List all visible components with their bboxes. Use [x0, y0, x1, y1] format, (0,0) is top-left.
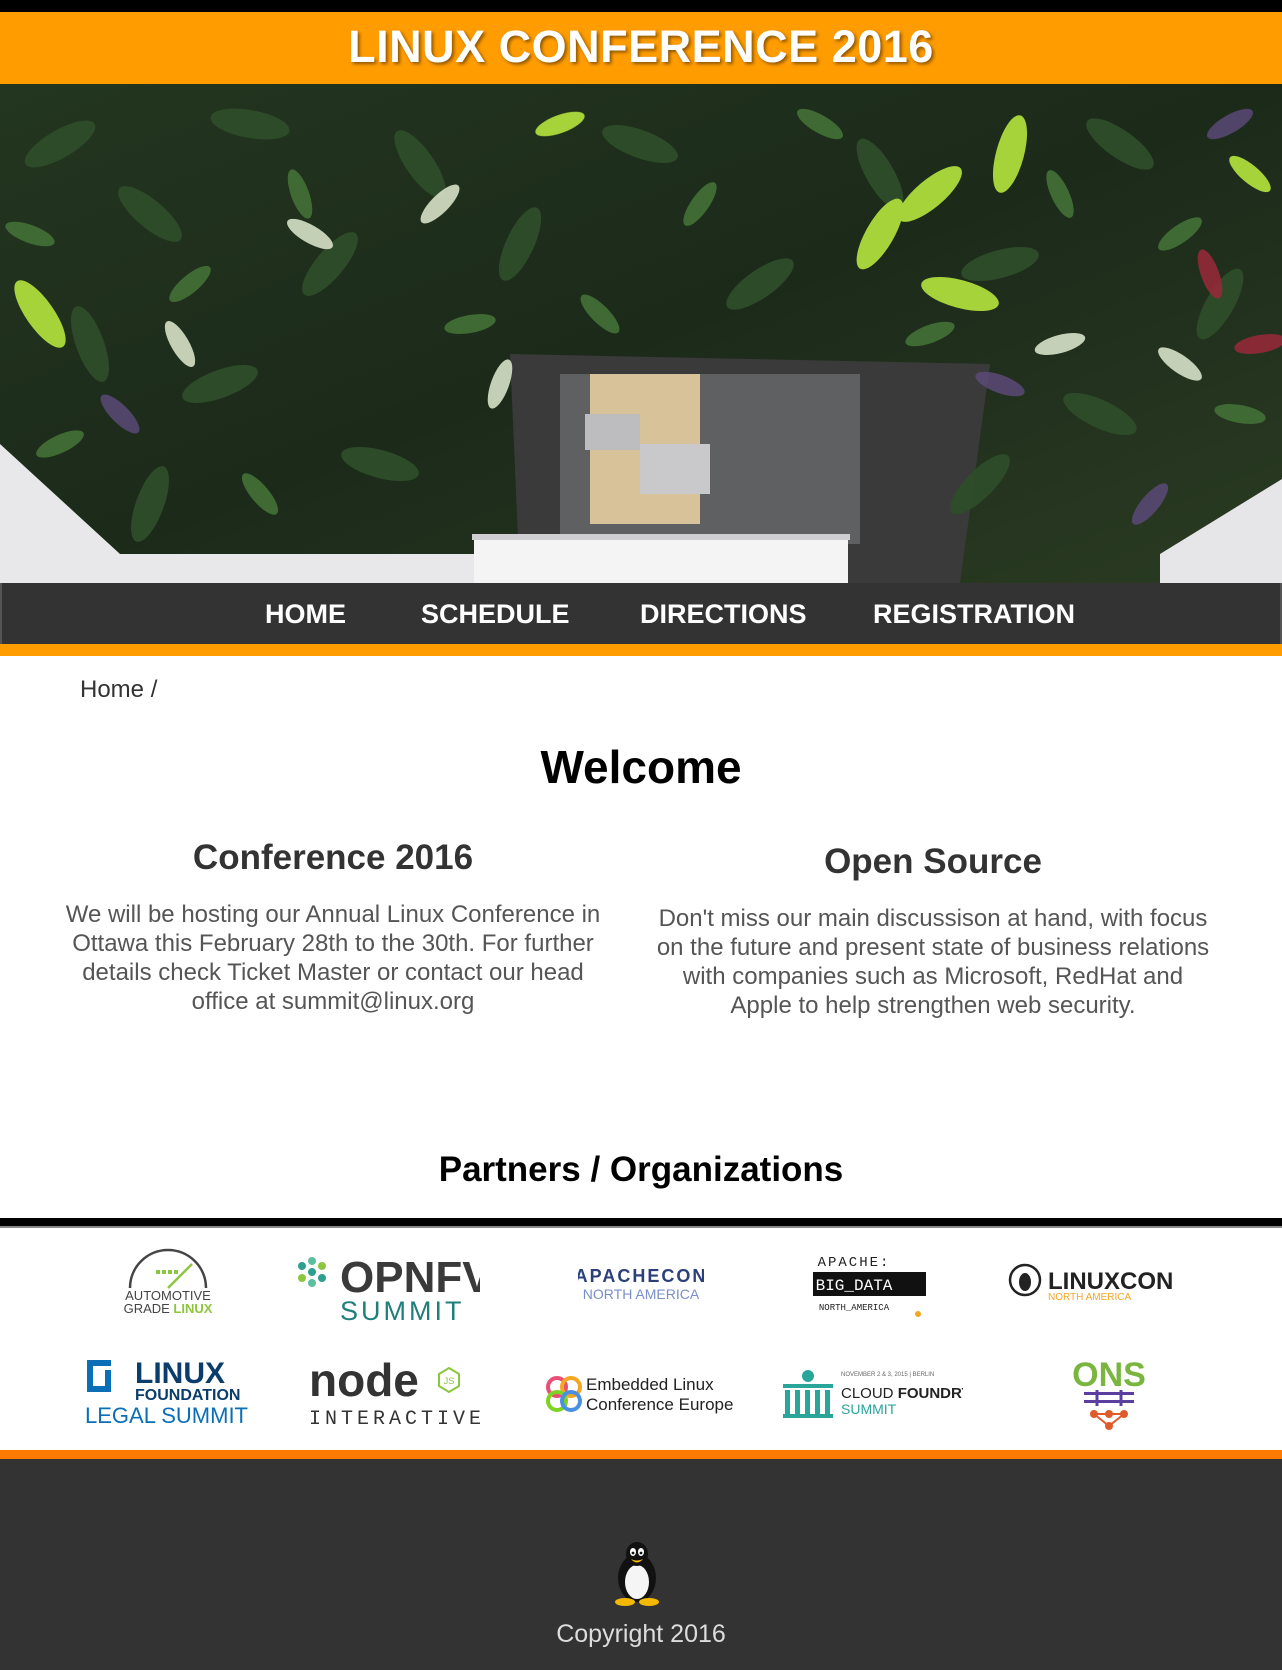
opnfv-flower-icon: [298, 1257, 326, 1287]
copyright-text: Copyright 2016: [556, 1620, 726, 1648]
bigdata-line2: BIG_DATA: [816, 1277, 893, 1295]
linuxcon-penguin-icon: [1008, 1263, 1042, 1297]
elce-line2: Conference Europe: [586, 1395, 733, 1414]
agl-line2b: LINUX: [173, 1301, 212, 1316]
ons-network-icon: [1084, 1390, 1134, 1430]
footer-divider: [0, 1450, 1282, 1459]
cloudfoundry-line1b: FOUNDRY: [898, 1385, 963, 1402]
conference-section: Conference 2016 We will be hosting our A…: [53, 838, 613, 1016]
partners-divider: [0, 1218, 1282, 1228]
logo-ons[interactable]: ONS: [1064, 1356, 1154, 1430]
node-line2: INTERACTIVE: [309, 1408, 481, 1428]
linuxcon-line1: LINUXCON: [1048, 1268, 1173, 1295]
apachecon-line2: NORTH AMERICA: [583, 1286, 700, 1302]
agl-gauge-icon: [128, 1248, 208, 1289]
opnfv-line1: OPNFV: [340, 1253, 480, 1302]
bigdata-line3: NORTH_AMERICA: [819, 1303, 890, 1313]
logo-apachecon[interactable]: APACHECON NORTH AMERICA: [578, 1264, 704, 1304]
welcome-heading: Welcome: [540, 741, 742, 793]
svg-text:CLOUD FOUNDRY: CLOUD FOUNDRY: [841, 1385, 963, 1402]
conference-text: We will be hosting our Annual Linux Conf…: [65, 901, 601, 1015]
breadcrumb-home-link[interactable]: Home /: [80, 676, 157, 703]
ons-line1: ONS: [1072, 1356, 1146, 1394]
apachecon-line1: APACHECON: [578, 1266, 704, 1286]
logo-apache-big-data[interactable]: APACHE: BIG_DATA NORTH_AMERICA: [806, 1248, 926, 1320]
open-source-section: Open Source Don't miss our main discussi…: [653, 842, 1213, 1020]
conference-title: Conference 2016: [192, 838, 474, 877]
node-badge: JS: [444, 1376, 455, 1386]
lflegal-line1: LINUX: [135, 1358, 225, 1390]
cloudfoundry-line1a: CLOUD: [841, 1385, 898, 1402]
nav-home[interactable]: HOME: [265, 583, 346, 644]
logo-linuxcon[interactable]: LINUXCON NORTH AMERICA: [1008, 1262, 1200, 1302]
site-header: LINUX CONFERENCE 2016: [0, 12, 1282, 84]
lflegal-line3: LEGAL SUMMIT: [85, 1403, 248, 1426]
tux-penguin-icon: [615, 1542, 659, 1606]
nodejs-hexagon-icon: JS: [438, 1366, 460, 1394]
lf-bracket-icon: [87, 1360, 111, 1392]
logo-linux-foundation-legal-summit[interactable]: LINUX FOUNDATION LEGAL SUMMIT: [85, 1358, 257, 1426]
nav-schedule[interactable]: SCHEDULE: [421, 583, 570, 644]
node-line1: node: [309, 1354, 419, 1406]
logo-opnfv-summit[interactable]: OPNFV SUMMIT: [290, 1250, 480, 1322]
cloudfoundry-gate-icon: [783, 1370, 833, 1418]
logo-embedded-linux-conference-europe[interactable]: Embedded Linux Conference Europe: [544, 1370, 738, 1418]
top-strip: [0, 0, 1282, 12]
hero-image: [0, 84, 1282, 583]
breadcrumb: Home /: [80, 676, 157, 704]
logo-cloud-foundry-summit[interactable]: NOVEMBER 2 & 3, 2015 | BERLIN CLOUD FOUN…: [783, 1364, 963, 1420]
elce-line1: Embedded Linux: [586, 1375, 714, 1394]
nav-directions[interactable]: DIRECTIONS: [640, 583, 807, 644]
elce-knot-icon: [546, 1376, 582, 1412]
main-nav: HOME SCHEDULE DIRECTIONS REGISTRATION: [0, 583, 1282, 644]
logo-automotive-grade-linux[interactable]: AUTOMOTIVE GRADE LINUX: [118, 1248, 218, 1316]
partners-title: Partners / Organizations: [438, 1150, 844, 1189]
svg-text:GRADE LINUX: GRADE LINUX: [124, 1301, 213, 1316]
opnfv-line2: SUMMIT: [340, 1296, 464, 1322]
site-title: LINUX CONFERENCE 2016: [348, 21, 934, 72]
logo-node-interactive[interactable]: node JS INTERACTIVE: [309, 1354, 481, 1428]
agl-line2a: GRADE: [124, 1301, 174, 1316]
nav-registration[interactable]: REGISTRATION: [873, 583, 1075, 644]
lflegal-line2: FOUNDATION: [135, 1387, 240, 1404]
linuxcon-line2: NORTH AMERICA: [1048, 1292, 1131, 1302]
open-source-text: Don't miss our main discussison at hand,…: [656, 905, 1210, 1019]
nav-underline: [0, 644, 1282, 656]
cloudfoundry-line2: SUMMIT: [841, 1401, 897, 1417]
cloudfoundry-line0: NOVEMBER 2 & 3, 2015 | BERLIN: [841, 1372, 934, 1378]
open-source-title: Open Source: [824, 842, 1042, 881]
bigdata-line1: APACHE:: [818, 1255, 891, 1271]
